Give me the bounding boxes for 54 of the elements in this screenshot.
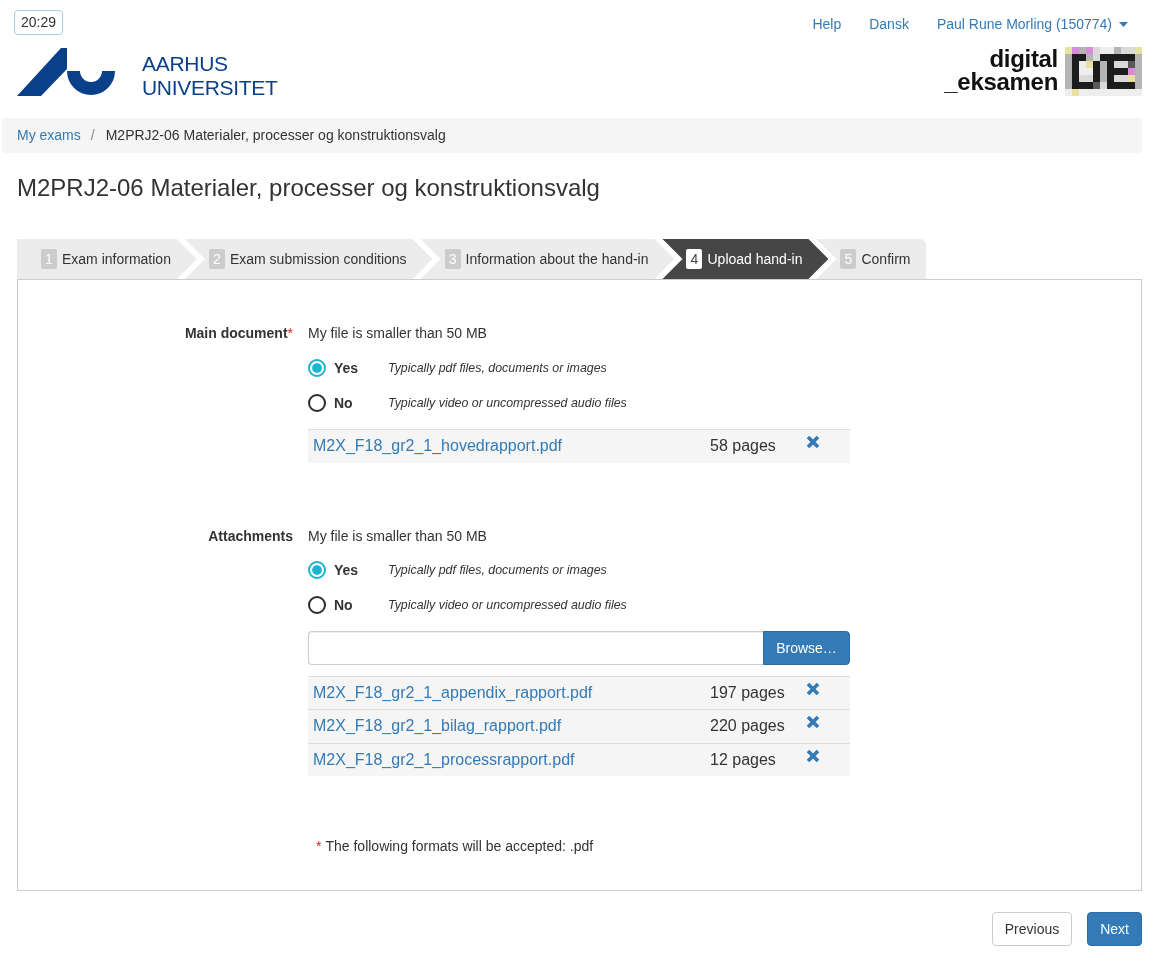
file-link[interactable]: M2X_F18_gr2_1_appendix_rapport.pdf [313, 683, 593, 701]
option-hint: Typically pdf files, documents or images [388, 563, 607, 577]
radio-label[interactable]: No [334, 597, 353, 613]
step-label: Information about the hand-in [465, 251, 649, 267]
option-hint: Typically video or uncompressed audio files [388, 395, 627, 410]
remove-icon[interactable] [806, 748, 820, 763]
step-label: Exam information [62, 251, 171, 267]
step-number: 4 [686, 249, 703, 269]
required-mark: * [316, 838, 322, 854]
file-link[interactable]: M2X_F18_gr2_1_hovedrapport.pdf [313, 437, 563, 455]
remove-icon[interactable] [806, 681, 820, 696]
file-path-field[interactable] [308, 630, 763, 665]
radio-label[interactable]: Yes [334, 359, 359, 376]
radio-button[interactable] [308, 358, 326, 377]
file-link[interactable]: M2X_F18_gr2_1_bilag_rapport.pdf [313, 717, 562, 735]
required-mark: * [287, 324, 293, 343]
nav-link[interactable]: Dansk [855, 14, 923, 34]
breadcrumb-current: M2PRJ2-06 Materialer, processer og konstruktionsvalg [105, 126, 446, 145]
breadcrumb-link[interactable]: My exams [17, 126, 81, 145]
page-count: 197 pages [710, 683, 785, 701]
size-question: My file is smaller than 50 MB [308, 526, 487, 546]
clock-display: 20:29 [14, 10, 64, 35]
breadcrumb-separator: / [90, 126, 95, 145]
file-link[interactable]: M2X_F18_gr2_1_processrapport.pdf [313, 750, 575, 768]
browse-button[interactable]: Browse… [763, 630, 850, 665]
remove-icon[interactable] [806, 435, 820, 450]
footnote-text: The following formats will be accepted: .pdf [325, 838, 594, 854]
option-hint: Typically video or uncompressed audio files [388, 598, 627, 612]
exam-system-name: digital _eksamen [944, 47, 1058, 93]
user-menu-link[interactable]: Paul Rune Morling (150774) [922, 14, 1142, 34]
page-title: M2PRJ2-06 Materialer, processer og konstruktionsvalg [17, 175, 600, 201]
university-name: AARHUS UNIVERSITET [142, 52, 278, 100]
step-label: Upload hand-in [707, 251, 803, 267]
secondary-button[interactable]: Previous [991, 912, 1073, 946]
radio-button[interactable] [308, 393, 326, 412]
page-count: 220 pages [710, 717, 785, 735]
option-hint: Typically pdf files, documents or images [388, 360, 607, 375]
pixel-grid-logo-icon [1065, 47, 1142, 96]
nav-link[interactable]: Help [798, 14, 856, 34]
remove-icon[interactable] [806, 715, 820, 730]
radio-label[interactable]: Yes [334, 562, 359, 578]
university-logo-icon [17, 47, 117, 97]
section-label: Attachments [208, 526, 293, 546]
section-label: Main document [184, 324, 288, 343]
page-count: 58 pages [710, 437, 776, 455]
step-label: Confirm [861, 251, 911, 267]
primary-button[interactable]: Next [1087, 912, 1142, 946]
radio-button[interactable] [308, 596, 326, 614]
size-question: My file is smaller than 50 MB [308, 324, 487, 343]
caret-icon [1119, 21, 1128, 27]
radio-label[interactable]: No [334, 394, 353, 411]
radio-button[interactable] [308, 561, 326, 579]
page-count: 12 pages [710, 750, 776, 768]
step-label: Exam submission conditions [229, 251, 407, 267]
